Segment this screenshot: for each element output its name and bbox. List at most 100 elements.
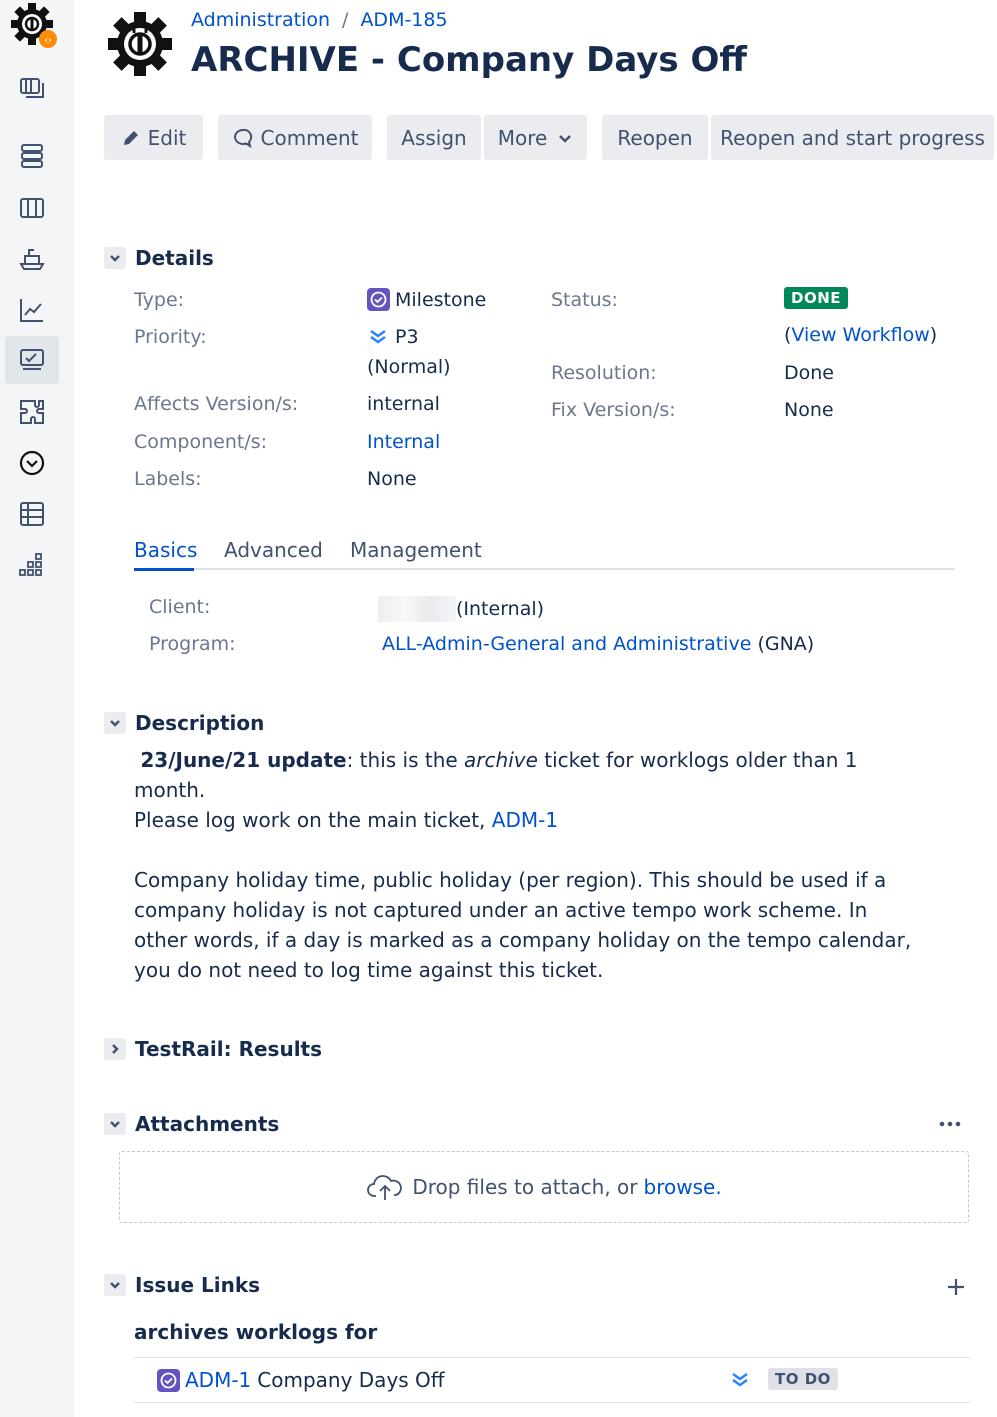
reopen-start-progress-button[interactable]: Reopen and start progress: [711, 115, 994, 160]
assign-button[interactable]: Assign: [387, 115, 481, 160]
update-italic: archive: [464, 748, 538, 772]
resolution-label: Resolution:: [551, 362, 657, 384]
more-button[interactable]: More: [484, 115, 587, 160]
reopen-button[interactable]: Reopen: [602, 115, 708, 160]
sidebar-item-apps[interactable]: [5, 541, 59, 589]
more-label: More: [497, 125, 548, 150]
component-link[interactable]: Internal: [367, 431, 440, 453]
update-bold: 23/June/21 update: [140, 748, 347, 772]
affects-value: internal: [367, 393, 440, 415]
chevron-down-icon[interactable]: [104, 712, 126, 734]
affects-label: Affects Version/s:: [134, 393, 299, 415]
program-value: ALL-Admin-General and Administrative (GN…: [382, 633, 814, 655]
sidebar-item-reports[interactable]: [5, 286, 59, 334]
type-label: Type:: [134, 289, 185, 311]
sidebar-item-board[interactable]: [5, 184, 59, 232]
upload-cloud-icon: [367, 1175, 403, 1200]
sidebar-item-releases[interactable]: [5, 132, 59, 180]
chevron-down-icon[interactable]: [104, 1113, 126, 1135]
tab-basics[interactable]: Basics: [134, 538, 197, 562]
breadcrumb-issue-key[interactable]: ADM-185: [360, 9, 447, 31]
client-label: Client:: [149, 596, 211, 618]
chevron-down-icon[interactable]: [104, 1274, 126, 1296]
more-icon: [939, 1121, 961, 1127]
linked-issue-summary: Company Days Off: [257, 1368, 445, 1392]
linked-issue-status-badge: TO DO: [768, 1368, 838, 1390]
sidebar-item-tempo[interactable]: [5, 439, 59, 487]
board-icon: [20, 198, 44, 218]
breadcrumb-separator: /: [342, 9, 349, 31]
resolution-value: Done: [784, 362, 834, 384]
client-value: (Internal): [378, 596, 544, 622]
issue-link-row[interactable]: ADM-1 Company Days Off TO DO: [134, 1357, 970, 1403]
active-tab-indicator: [134, 568, 194, 571]
issue-links-section-header[interactable]: Issue Links: [104, 1273, 260, 1297]
addons-icon: [20, 400, 44, 424]
tab-management[interactable]: Management: [350, 538, 482, 562]
comment-button[interactable]: Comment: [218, 115, 372, 160]
sidebar-item-backlog[interactable]: [5, 64, 59, 112]
attachments-section-header[interactable]: Attachments: [104, 1112, 279, 1136]
details-section-header[interactable]: Details: [104, 246, 214, 270]
tabs-divider: [134, 568, 955, 570]
linked-issue: ADM-1 Company Days Off: [157, 1368, 445, 1392]
sidebar: ‹›: [0, 0, 74, 1417]
edit-button[interactable]: Edit: [104, 115, 203, 160]
client-value-text: (Internal): [456, 598, 545, 620]
issue-title[interactable]: ARCHIVE - Company Days Off: [191, 40, 747, 80]
labels-value: None: [367, 468, 417, 490]
labels-label: Labels:: [134, 468, 202, 490]
priority-low-icon: [732, 1372, 748, 1387]
project-avatar[interactable]: [104, 8, 176, 80]
description-paragraph: Company holiday time, public holiday (pe…: [134, 868, 912, 982]
plus-icon: [948, 1279, 964, 1295]
type-value: Milestone: [367, 288, 486, 311]
browse-link[interactable]: browse.: [644, 1175, 722, 1199]
apps-icon: [19, 553, 42, 576]
view-workflow-link[interactable]: View Workflow: [791, 324, 929, 346]
tab-advanced[interactable]: Advanced: [224, 538, 323, 562]
view-workflow-close: ): [929, 324, 938, 346]
ship-icon: [19, 249, 45, 270]
add-link-button[interactable]: [944, 1275, 968, 1299]
releases-icon: [21, 144, 43, 168]
description-body[interactable]: 23/June/21 update: this is the archive t…: [134, 745, 924, 835]
testrail-section-header[interactable]: TestRail: Results: [104, 1037, 322, 1061]
priority-sub: (Normal): [367, 356, 451, 378]
breadcrumb-project[interactable]: Administration: [191, 9, 330, 31]
comment-label: Comment: [260, 125, 359, 150]
client-redacted: [378, 596, 456, 622]
status-badge: DONE: [784, 287, 849, 309]
main-ticket-link[interactable]: ADM-1: [492, 808, 558, 832]
breadcrumb: Administration / ADM-185: [191, 9, 448, 31]
update-text-1: : this is the: [346, 748, 465, 772]
program-label: Program:: [149, 633, 236, 655]
type-value-text: Milestone: [395, 288, 487, 311]
sidebar-item-table[interactable]: [5, 490, 59, 538]
issue-links-heading: Issue Links: [135, 1273, 261, 1297]
program-link[interactable]: ALL-Admin-General and Administrative: [382, 633, 751, 655]
attachment-dropzone[interactable]: Drop files to attach, or browse.: [119, 1151, 969, 1223]
project-logo[interactable]: ‹›: [8, 2, 58, 50]
chevron-down-icon: [559, 134, 572, 143]
pencil-icon: [123, 130, 138, 145]
program-suffix: (GNA): [757, 633, 815, 655]
line2-text: Please log work on the main ticket,: [134, 808, 492, 832]
milestone-icon: [367, 288, 390, 311]
sidebar-item-ship[interactable]: [5, 235, 59, 283]
sidebar-item-addons[interactable]: [5, 388, 59, 436]
details-heading: Details: [135, 246, 214, 270]
testrail-icon: [20, 349, 44, 370]
fix-version-label: Fix Version/s:: [551, 399, 676, 421]
drop-text: Drop files to attach, or: [412, 1175, 638, 1199]
chevron-down-icon[interactable]: [104, 247, 126, 269]
linked-issue-key[interactable]: ADM-1: [185, 1368, 251, 1392]
comment-icon: [233, 128, 252, 148]
chevron-right-icon[interactable]: [104, 1038, 126, 1060]
priority-value-text: P3: [395, 326, 419, 348]
sidebar-item-testrail[interactable]: [5, 336, 59, 384]
component-label: Component/s:: [134, 431, 268, 453]
view-workflow: (View Workflow): [784, 324, 937, 346]
description-section-header[interactable]: Description: [104, 711, 264, 735]
attachments-more-button[interactable]: [936, 1114, 964, 1134]
